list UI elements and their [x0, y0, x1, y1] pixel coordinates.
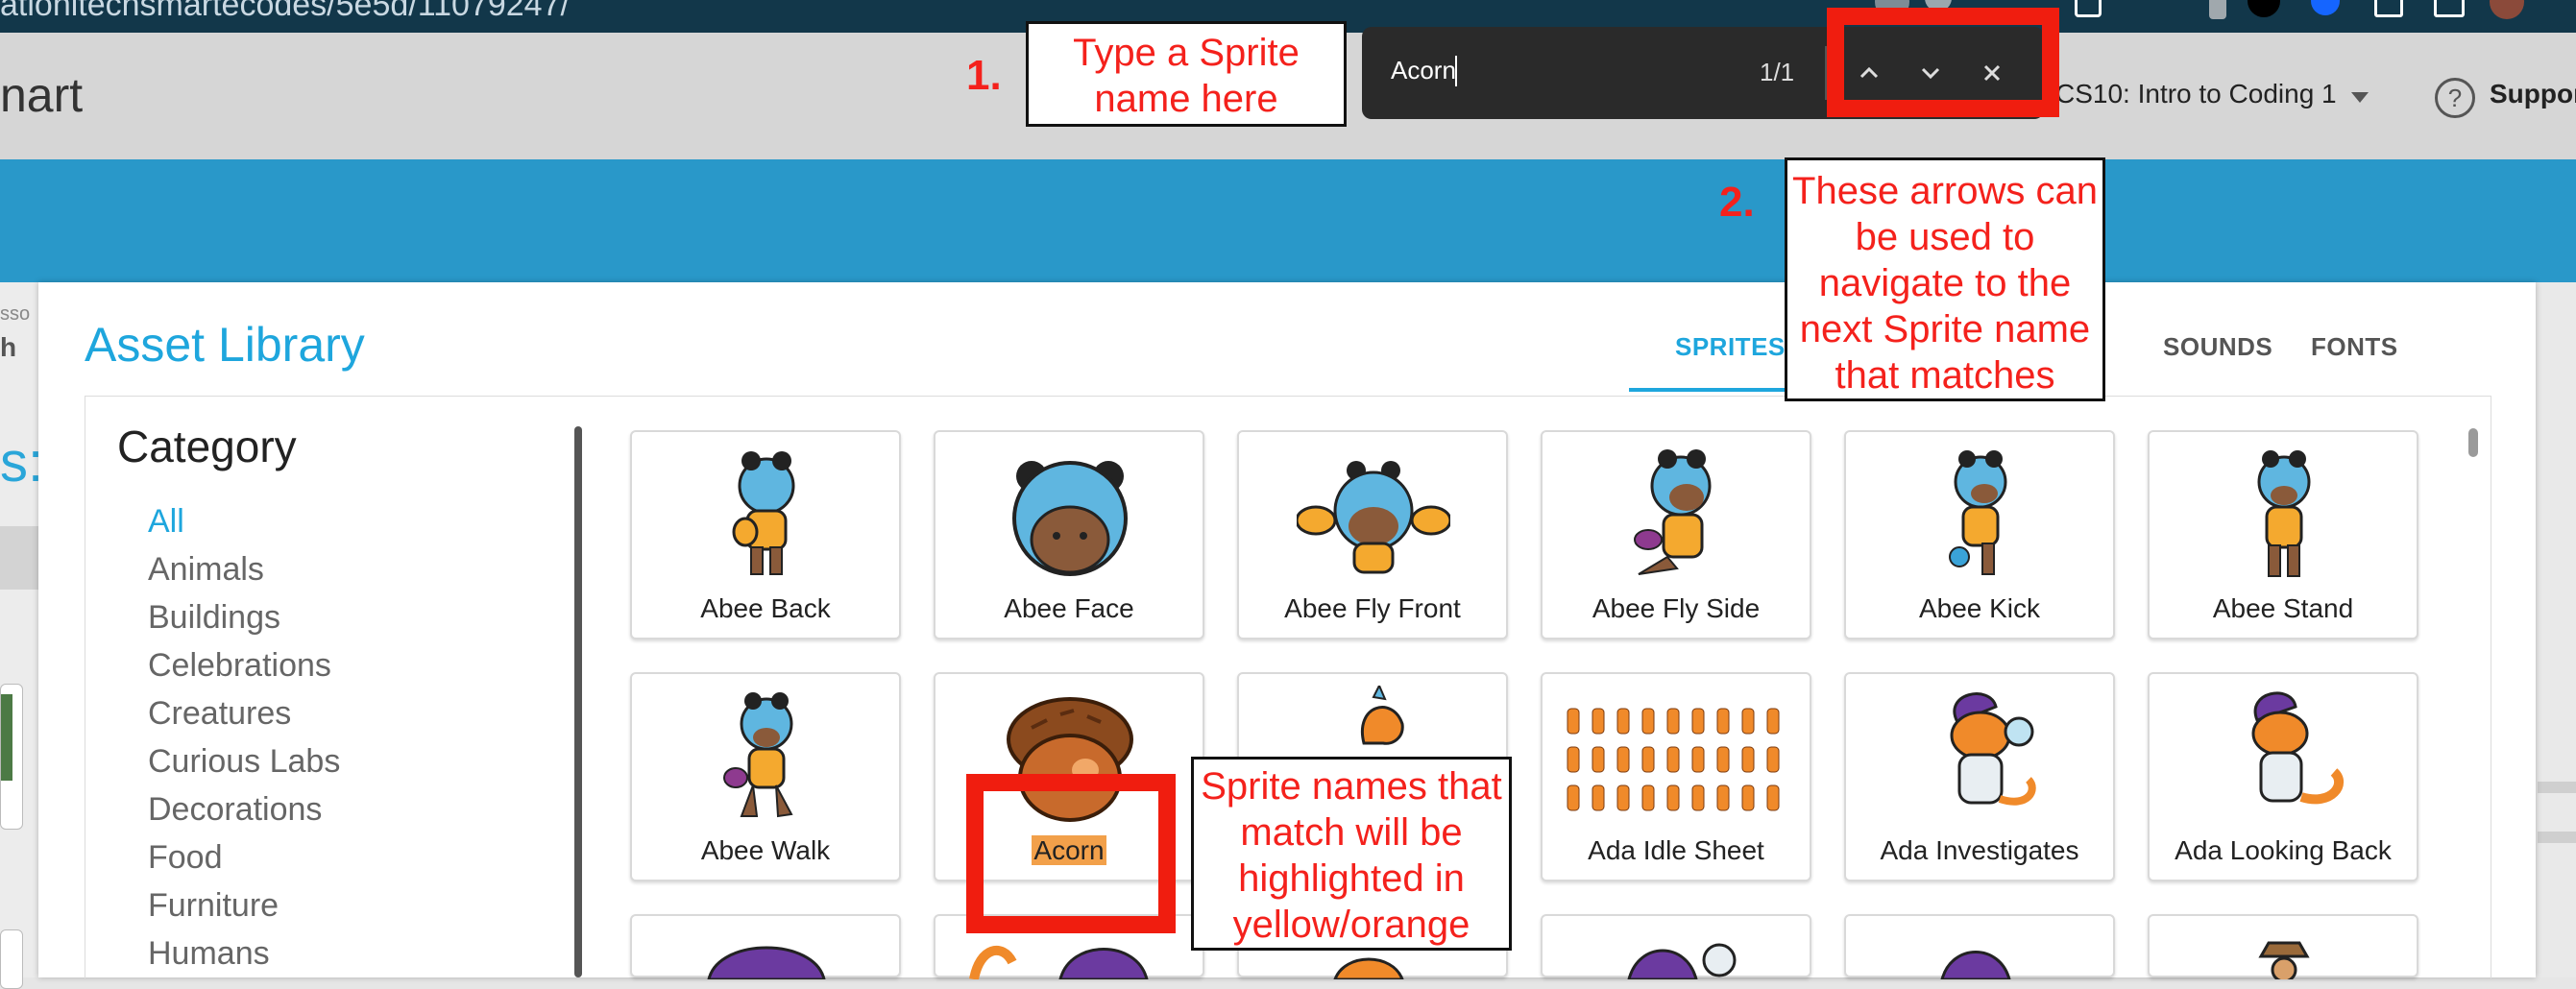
abee-fly-side-sprite	[1634, 449, 1712, 575]
scroll-indicator	[2209, 0, 2226, 19]
side-thumbnail[interactable]	[0, 684, 23, 830]
sprite-name: Abee Back	[700, 593, 831, 623]
help-icon[interactable]: ?	[2435, 78, 2475, 118]
sprite-card[interactable]: Abee Walk	[630, 672, 901, 881]
category-item-animals[interactable]: Animals	[148, 551, 264, 589]
sprite-card[interactable]: Abee Fly Side	[1541, 430, 1811, 639]
category-item-furniture[interactable]: Furniture	[148, 887, 279, 925]
sprite-thumbnail	[1940, 951, 2011, 979]
url-bar[interactable]: ationitechsmartecodes/5e5d/11079247/	[0, 0, 570, 24]
sprite-name: Abee Fly Front	[1284, 593, 1461, 623]
category-item-all[interactable]: All	[148, 503, 184, 541]
sprite-card[interactable]: Abee Stand	[2148, 430, 2418, 639]
avatar-icon[interactable]	[2490, 0, 2524, 19]
find-input[interactable]: Acorn	[1391, 56, 1456, 85]
side-text-fragment: h	[0, 332, 17, 362]
tab-sounds[interactable]: SOUNDS	[2163, 332, 2272, 362]
extension-icon[interactable]	[2374, 0, 2403, 17]
category-item-buildings[interactable]: Buildings	[148, 599, 280, 637]
sprite-card[interactable]: Ada Looking Back	[2148, 672, 2418, 881]
side-strip	[2538, 782, 2576, 793]
app-logo[interactable]: nart	[0, 67, 83, 123]
category-item-creatures[interactable]: Creatures	[148, 695, 291, 733]
ada-looking-back-sprite	[2251, 691, 2345, 805]
tab-fonts[interactable]: FONTS	[2311, 332, 2398, 362]
sprite-name: Abee Walk	[700, 835, 831, 865]
sprite-card[interactable]	[630, 914, 901, 979]
grid-scrollbar[interactable]	[2468, 428, 2478, 457]
sprite-name: Abee Face	[1004, 593, 1134, 623]
annotation-callout: Sprite names that match will be highligh…	[1191, 757, 1512, 951]
sprite-name: Ada Looking Back	[2175, 835, 2392, 865]
abee-stand-sprite	[2257, 450, 2311, 577]
annotation-step-number: 2.	[1719, 179, 1755, 226]
course-dropdown[interactable]: CS10: Intro to Coding 1	[2055, 79, 2337, 109]
sprite-thumbnail	[1627, 943, 1737, 979]
category-scrollbar[interactable]	[574, 426, 582, 977]
sprite-card[interactable]	[1541, 914, 1811, 979]
ada-investigates-sprite	[1950, 692, 2036, 806]
sprite-thumbnail	[2258, 941, 2310, 979]
text-caret	[1455, 56, 1457, 86]
sprite-name: Abee Fly Side	[1592, 593, 1761, 623]
abee-fly-front-sprite	[1297, 461, 1450, 574]
side-heading-fragment: s:	[0, 431, 44, 494]
page-banner	[0, 159, 2576, 282]
annotation-callout: Type a Sprite name here	[1026, 21, 1347, 127]
annotation-step-number: 1.	[966, 52, 1002, 99]
category-title: Category	[117, 422, 297, 471]
sprite-card[interactable]	[2148, 914, 2418, 979]
sprite-name: Ada Investigates	[1880, 835, 2079, 865]
puzzle-icon[interactable]	[2075, 0, 2102, 17]
sprite-card[interactable]: Ada Investigates	[1844, 672, 2115, 881]
profile-icon[interactable]	[2248, 0, 2280, 17]
page-background	[2536, 282, 2576, 977]
side-text-fragment: sso	[0, 303, 31, 325]
tab-sprites[interactable]: SPRITES	[1675, 332, 1786, 362]
sprite-card[interactable]: Ada Idle Sheet	[1541, 672, 1811, 881]
sprite-thumbnail	[969, 945, 1149, 979]
sprite-card[interactable]	[1844, 914, 2115, 979]
sprite-name: Abee Kick	[1918, 593, 2041, 623]
side-strip	[0, 526, 38, 590]
abee-kick-sprite	[1949, 450, 2007, 575]
sprite-name: Ada Idle Sheet	[1588, 835, 1764, 865]
abee-walk-sprite	[723, 692, 793, 818]
sprite-card[interactable]: Abee Back	[630, 430, 901, 639]
sprite-thumbnail	[707, 946, 826, 979]
side-thumbnail[interactable]	[0, 929, 23, 989]
category-item-celebrations[interactable]: Celebrations	[148, 647, 331, 685]
abee-back-sprite	[732, 451, 795, 575]
support-link[interactable]: Suppor	[2490, 79, 2576, 109]
sprite-card[interactable]: Abee Fly Front	[1237, 430, 1508, 639]
sprite-card[interactable]: Abee Face	[934, 430, 1204, 639]
sprite-name: Abee Stand	[2212, 593, 2354, 623]
sprite-card[interactable]: Abee Kick	[1844, 430, 2115, 639]
category-item-food[interactable]: Food	[148, 839, 223, 877]
category-item-decorations[interactable]: Decorations	[148, 791, 322, 829]
annotation-box	[1827, 8, 2059, 117]
annotation-box	[966, 774, 1176, 933]
side-strip	[2538, 832, 2576, 843]
abee-face-sprite	[1012, 461, 1128, 576]
page-background	[0, 282, 38, 977]
modal-title: Asset Library	[85, 318, 365, 372]
find-match-count: 1/1	[1760, 58, 1795, 86]
category-item-curious-labs[interactable]: Curious Labs	[148, 743, 340, 781]
window-icon[interactable]	[2434, 0, 2465, 17]
ada-idle-sheet-sprite	[1567, 708, 1780, 811]
category-item-humans[interactable]: Humans	[148, 935, 270, 973]
shield-icon[interactable]	[2311, 0, 2340, 15]
chevron-down-icon[interactable]	[2351, 92, 2369, 103]
annotation-callout: These arrows can be used to navigate to …	[1785, 157, 2105, 401]
